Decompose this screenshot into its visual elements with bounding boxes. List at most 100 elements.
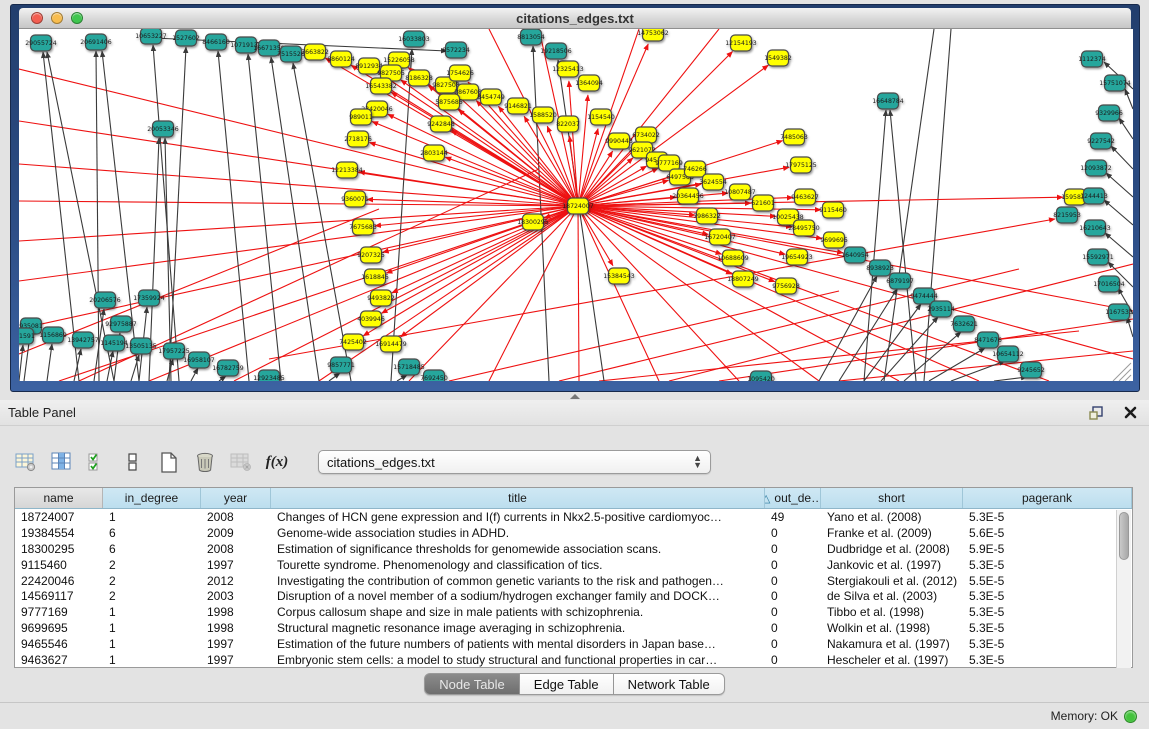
graph-node[interactable]: 6734022	[632, 127, 660, 143]
table-cell[interactable]: 9699695	[15, 620, 103, 636]
graph-node[interactable]: 9242848	[427, 116, 455, 132]
graph-node[interactable]: 20206576	[89, 292, 121, 308]
graph-edge[interactable]	[1111, 146, 1133, 169]
graph-node[interactable]: 15718485	[393, 359, 425, 375]
table-cell[interactable]: 2	[103, 557, 201, 573]
column-header-name[interactable]: name	[15, 488, 103, 508]
graph-node[interactable]: 15751074	[1099, 75, 1131, 91]
graph-node[interactable]: 822037	[556, 116, 580, 132]
graph-node[interactable]: 4039946	[357, 311, 385, 327]
table-cell[interactable]: 14569117	[15, 588, 103, 604]
graph-node[interactable]: 10654112	[992, 346, 1024, 362]
graph-node[interactable]: 7632621	[950, 316, 978, 332]
graph-node[interactable]: 2935114	[927, 301, 955, 317]
table-cell[interactable]: 1998	[201, 604, 271, 620]
graph-node[interactable]: 7663822	[301, 44, 329, 60]
table-cell[interactable]: 2	[103, 573, 201, 589]
table-mode-icon[interactable]	[122, 451, 144, 473]
graph-edge[interactable]	[169, 47, 186, 381]
graph-edge[interactable]	[329, 373, 340, 381]
table-cell[interactable]: 9777169	[15, 604, 103, 620]
table-cell[interactable]: 1997	[201, 557, 271, 573]
graph-edge[interactable]	[19, 345, 23, 381]
graph-edge[interactable]	[1119, 118, 1133, 139]
graph-node[interactable]: 7425402	[339, 334, 367, 350]
graph-node[interactable]: 8938923	[866, 260, 894, 276]
table-cell[interactable]: 22420046	[15, 573, 103, 589]
graph-node[interactable]: 12213384	[331, 162, 363, 178]
graph-node[interactable]: 9756928	[772, 278, 800, 294]
graph-node[interactable]: 1112374	[1078, 51, 1106, 67]
table-cell[interactable]: 9115460	[15, 557, 103, 573]
graph-node[interactable]: 8466160	[202, 34, 230, 50]
column-header-short[interactable]: short	[821, 488, 963, 508]
table-cell[interactable]: 18300295	[15, 541, 103, 557]
table-row[interactable]: 969969511998Structural magnetic resonanc…	[15, 620, 1132, 636]
table-cell[interactable]: 1	[103, 636, 201, 652]
tab-edge-table[interactable]: Edge Table	[520, 673, 614, 695]
graph-node[interactable]: 16782759	[212, 360, 244, 376]
table-options-icon[interactable]	[14, 451, 36, 473]
table-cell[interactable]: 49	[765, 509, 821, 525]
table-cell[interactable]: 1	[103, 604, 201, 620]
graph-node[interactable]: 7692450	[420, 370, 448, 381]
graph-node[interactable]: 7515526	[277, 46, 305, 62]
table-cell[interactable]: Structural magnetic resonance image aver…	[271, 620, 765, 636]
graph-edge[interactable]	[884, 29, 934, 381]
graph-node[interactable]: 29055724	[25, 35, 57, 51]
table-cell[interactable]: 5.3E-5	[963, 620, 1132, 636]
table-cell[interactable]: Corpus callosum shape and size in male p…	[271, 604, 765, 620]
graph-edge[interactable]	[951, 361, 1005, 381]
column-header-pagerank[interactable]: pagerank	[963, 488, 1132, 508]
graph-node[interactable]: 10653227	[135, 29, 167, 44]
graph-node[interactable]: 18300295	[517, 214, 549, 230]
graph-node[interactable]: 20053346	[147, 121, 179, 137]
graph-node[interactable]: 1618845	[361, 269, 389, 285]
column-chooser-icon[interactable]	[50, 451, 72, 473]
table-cell[interactable]: 0	[765, 557, 821, 573]
graph-edge[interactable]	[1125, 89, 1133, 109]
graph-node[interactable]: 12154193	[725, 35, 757, 51]
graph-node[interactable]: 1154540	[587, 109, 615, 125]
table-row[interactable]: 1830029562008Estimation of significance …	[15, 541, 1132, 557]
graph-node[interactable]: 8860124	[327, 51, 355, 67]
graph-node[interactable]: 1549382	[764, 50, 792, 66]
delete-table-icon[interactable]	[230, 451, 252, 473]
table-cell[interactable]: Estimation of the future numbers of pati…	[271, 636, 765, 652]
graph-node[interactable]: 9146821	[504, 98, 532, 114]
table-cell[interactable]: Wolkin et al. (1998)	[821, 620, 963, 636]
table-cell[interactable]: Investigating the contribution of common…	[271, 573, 765, 589]
graph-node[interactable]: 6879197	[886, 273, 914, 289]
table-cell[interactable]: 9463627	[15, 652, 103, 667]
graph-edge[interactable]	[1106, 173, 1133, 197]
float-panel-icon[interactable]	[1085, 402, 1107, 424]
graph-node[interactable]: 5875685	[435, 94, 463, 110]
table-row[interactable]: 946362711997Embryonic stem cells: a mode…	[15, 652, 1132, 667]
graph-edge[interactable]	[191, 368, 198, 381]
graph-node[interactable]: 1145194	[100, 335, 128, 351]
table-cell[interactable]: 6	[103, 525, 201, 541]
minimize-window-icon[interactable]	[51, 12, 63, 24]
column-header-title[interactable]: title	[271, 488, 765, 508]
table-cell[interactable]: 1997	[201, 652, 271, 667]
table-row[interactable]: 1872400712008Changes of HCN gene express…	[15, 509, 1132, 525]
graph-node[interactable]: 9115460	[819, 202, 847, 218]
graph-node[interactable]: 13505135	[125, 338, 157, 354]
graph-edge[interactable]	[409, 206, 578, 381]
table-cell[interactable]: 0	[765, 604, 821, 620]
graph-edge[interactable]	[839, 289, 897, 381]
delete-icon[interactable]	[194, 451, 216, 473]
graph-node[interactable]: 17359924	[133, 290, 165, 306]
graph-edge[interactable]	[271, 57, 319, 381]
graph-edge[interactable]	[578, 197, 1063, 206]
table-cell[interactable]: 5.9E-5	[963, 541, 1132, 557]
graph-edge[interactable]	[219, 376, 226, 381]
function-builder-icon[interactable]: f(x)	[266, 451, 288, 473]
graph-edge[interactable]	[248, 54, 281, 381]
column-header-in_degree[interactable]: in_degree	[103, 488, 201, 508]
graph-edge[interactable]	[924, 29, 951, 381]
table-select-dropdown[interactable]: citations_edges.txt ▲▼	[318, 450, 711, 474]
graph-node[interactable]: 1588520	[529, 107, 557, 123]
table-cell[interactable]: 2003	[201, 588, 271, 604]
graph-edge[interactable]	[578, 206, 1133, 359]
